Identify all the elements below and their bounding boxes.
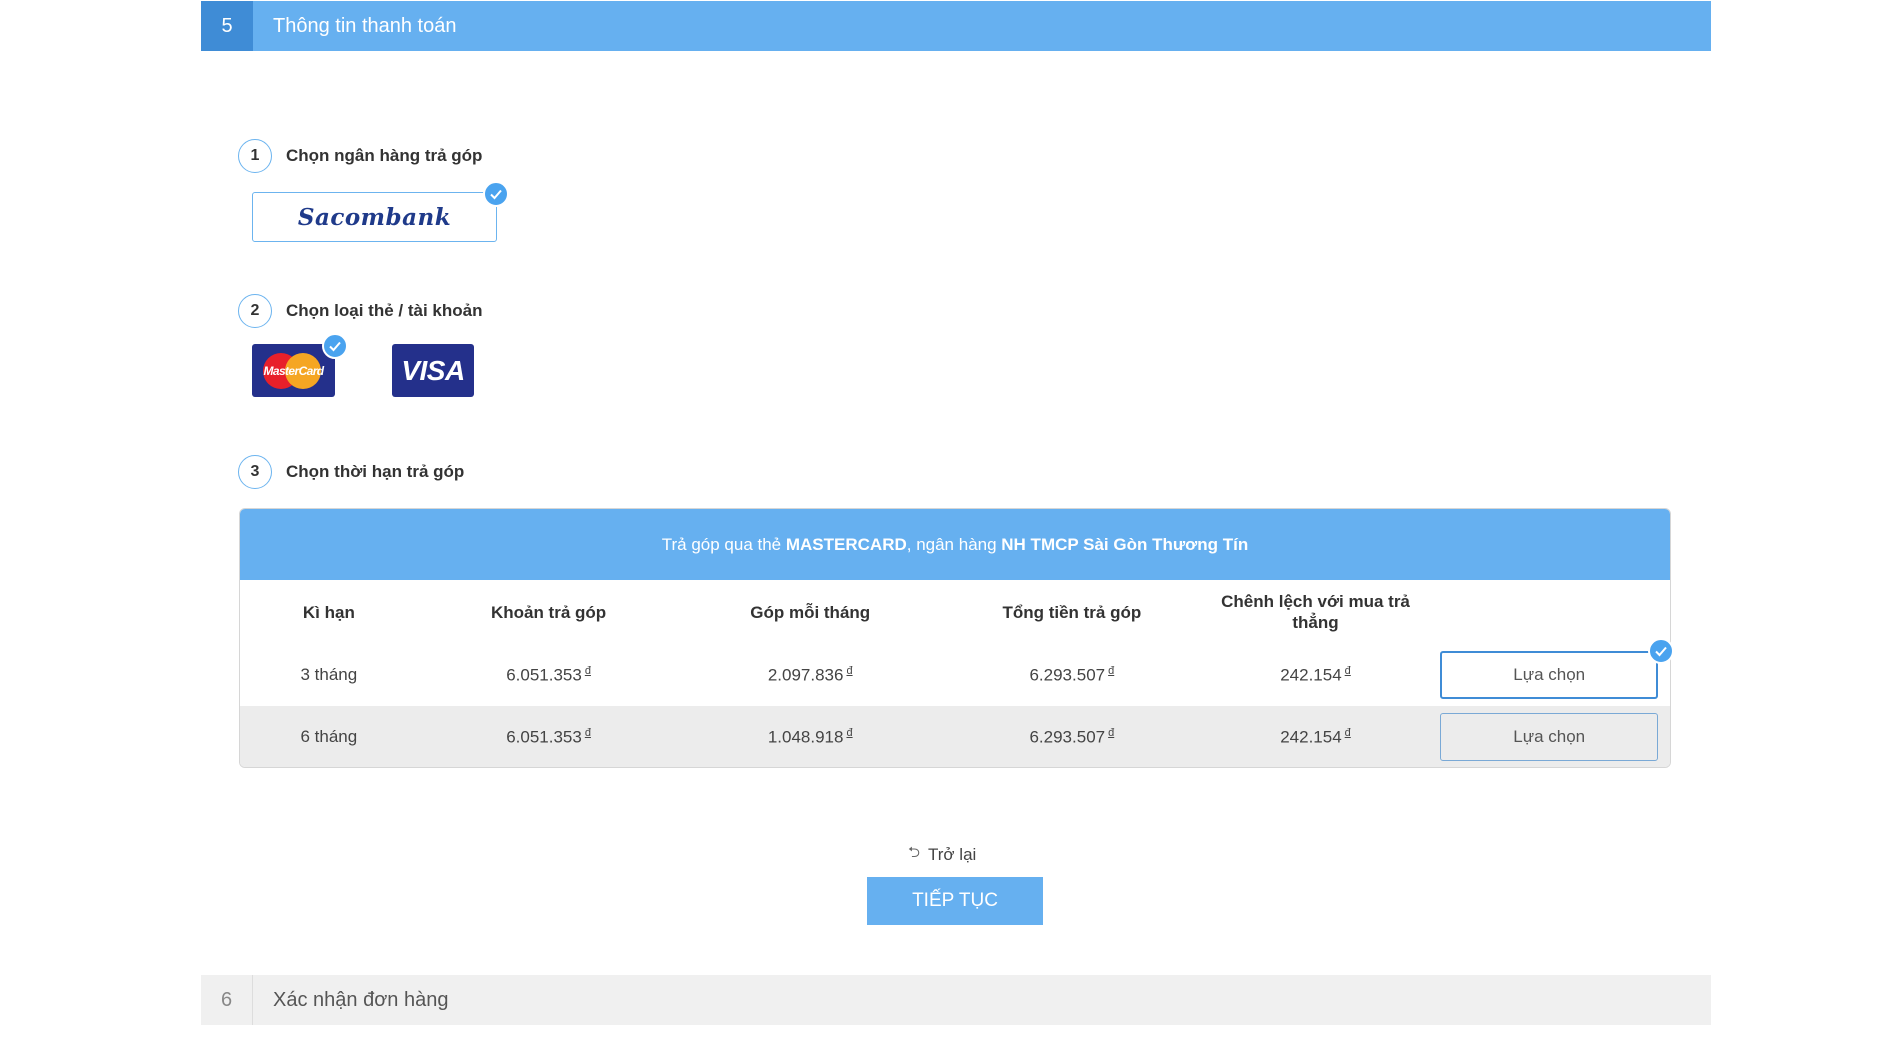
amount-cell: 6.051.353 đ (506, 726, 591, 747)
substep-term: 3 Chọn thời hạn trả góp (238, 455, 464, 489)
substep-2-title: Chọn loại thẻ / tài khoản (286, 301, 483, 320)
step-5-title: Thông tin thanh toán (273, 14, 457, 37)
substep-3-number: 3 (238, 455, 272, 489)
back-arrow-icon: ⮌ (908, 844, 921, 861)
monthly-cell: 2.097.836 đ (767, 664, 853, 685)
column-header-monthly: Góp mỗi tháng (750, 602, 871, 622)
difference-cell: 242.154 đ (1280, 664, 1351, 685)
total-cell: 6.293.507 đ (1029, 664, 1115, 685)
column-header-amount: Khoản trả góp (490, 602, 607, 622)
column-header-total: Tổng tiền trả góp (1002, 602, 1142, 622)
heading-prefix: Trả góp qua thẻ (661, 534, 786, 554)
substep-bank: 1 Chọn ngân hàng trả góp (238, 139, 482, 173)
substep-3-title: Chọn thời hạn trả góp (286, 462, 465, 481)
bank-option-sacombank[interactable]: Sacombank (252, 192, 497, 242)
action-cell: Lựa chọn (1428, 651, 1670, 699)
step-5-number: 5 (201, 1, 253, 51)
mastercard-logo-text: MasterCard (263, 364, 324, 378)
step-5-header[interactable]: 5 Thông tin thanh toán (201, 1, 1711, 51)
continue-button[interactable]: TIẾP TỤC (867, 877, 1043, 925)
installment-table-heading: Trả góp qua thẻ MASTERCARD , ngân hàng N… (240, 509, 1670, 580)
substep-2-number: 2 (238, 294, 272, 328)
table-header-row: Kì hạn Khoản trả góp Góp mỗi tháng Tổng … (240, 580, 1670, 644)
bank-selected-check-icon (483, 181, 509, 207)
column-header-difference: Chênh lệch với mua trả thẳng (1221, 592, 1410, 632)
sacombank-logo: Sacombank (297, 203, 452, 231)
term-cell: 3 tháng (300, 665, 358, 684)
select-3-months-button[interactable]: Lựa chọn (1440, 651, 1659, 699)
back-link[interactable]: ⮌ Trở lại (908, 842, 1008, 867)
substep-1-title: Chọn ngân hàng trả góp (286, 146, 483, 165)
heading-bank-name: NH TMCP Sài Gòn Thương Tín (1001, 534, 1249, 554)
back-link-label: Trở lại (928, 844, 977, 864)
action-cell: Lựa chọn (1428, 713, 1670, 761)
card-option-visa[interactable]: VISA (392, 344, 474, 397)
step-6-number: 6 (201, 975, 253, 1025)
amount-cell: 6.051.353 đ (506, 664, 591, 685)
term-selected-check-icon (1648, 638, 1674, 664)
total-cell: 6.293.507 đ (1029, 726, 1115, 747)
column-header-term: Kì hạn (302, 602, 355, 622)
difference-cell: 242.154 đ (1280, 726, 1351, 747)
substep-1-number: 1 (238, 139, 272, 173)
card-selected-check-icon (322, 333, 348, 359)
installment-table: Trả góp qua thẻ MASTERCARD , ngân hàng N… (239, 508, 1671, 768)
substep-card: 2 Chọn loại thẻ / tài khoản (238, 294, 482, 328)
heading-card-type: MASTERCARD (785, 534, 907, 554)
term-cell: 6 tháng (300, 727, 358, 746)
step-6-header[interactable]: 6 Xác nhận đơn hàng (201, 975, 1711, 1025)
step-6-title: Xác nhận đơn hàng (273, 988, 449, 1011)
table-row: 6 tháng 6.051.353 đ 1.048.918 đ 6.293.507 đ… (240, 706, 1670, 767)
heading-middle: , ngân hàng (906, 534, 1002, 554)
select-6-months-button[interactable]: Lựa chọn (1440, 713, 1659, 761)
table-row: 3 tháng 6.051.353 đ 2.097.836 đ 6.293.507 đ… (240, 644, 1670, 706)
visa-logo-text: VISA (401, 354, 465, 386)
monthly-cell: 1.048.918 đ (767, 726, 853, 747)
